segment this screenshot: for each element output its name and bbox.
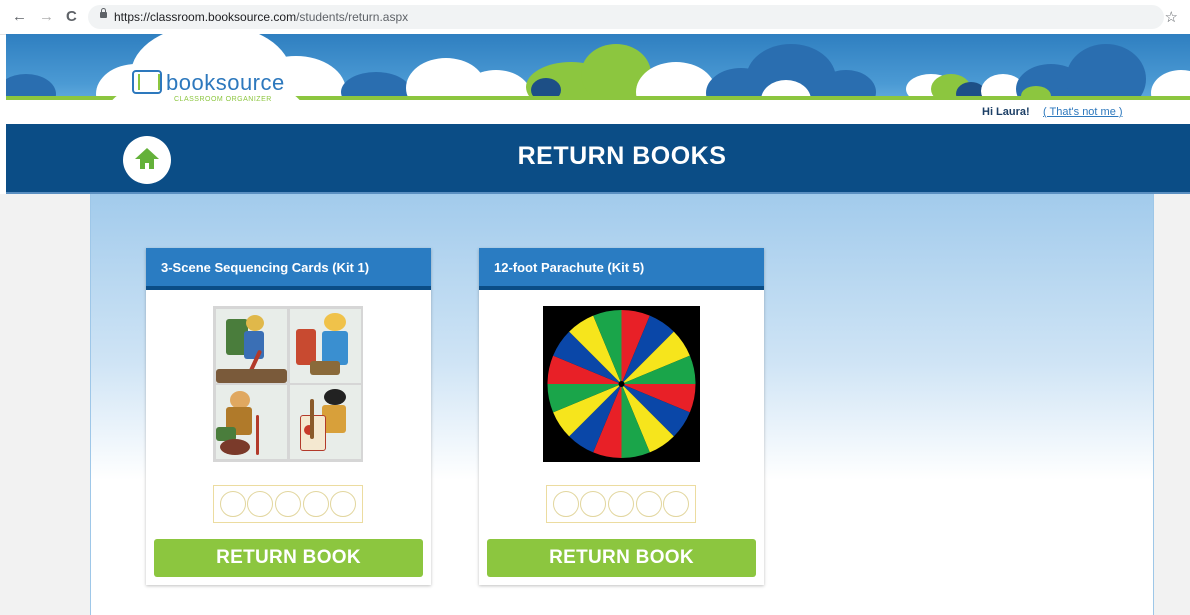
browser-toolbar: ← → C https://classroom.booksource.com/s… [0, 0, 1190, 35]
url-host: https://classroom.booksource.com [114, 10, 297, 24]
rating-circle-icon[interactable] [663, 491, 689, 517]
bookmark-star-icon[interactable]: ☆ [1165, 8, 1178, 26]
booksource-logo-icon[interactable] [132, 70, 162, 94]
forward-arrow-icon[interactable]: → [39, 9, 54, 25]
home-icon-door [145, 163, 149, 169]
scene-panel [216, 385, 287, 459]
rating-circle-icon[interactable] [275, 491, 301, 517]
scene-panel [290, 385, 361, 459]
parachute-image [543, 306, 700, 462]
book-card: 3-Scene Sequencing Cards (Kit 1) RETURN … [146, 248, 431, 585]
rating-circle-icon[interactable] [636, 491, 662, 517]
card-header: 3-Scene Sequencing Cards (Kit 1) [146, 248, 431, 290]
lock-icon [100, 8, 107, 18]
rating-circle-icon[interactable] [330, 491, 356, 517]
right-margin [1154, 194, 1190, 615]
rating-circle-icon[interactable] [247, 491, 273, 517]
star-rating[interactable] [213, 485, 363, 523]
scene-panel [290, 309, 361, 383]
return-book-button[interactable]: RETURN BOOK [154, 539, 423, 577]
card-title: 12-foot Parachute (Kit 5) [494, 260, 645, 275]
logo-tagline: CLASSROOM ORGANIZER [174, 96, 272, 103]
rating-circle-icon[interactable] [303, 491, 329, 517]
address-bar-url[interactable]: https://classroom.booksource.com/student… [114, 10, 408, 24]
user-greeting: Hi Laura! [982, 106, 1030, 118]
logo-name[interactable]: booksource [166, 70, 285, 96]
not-me-link[interactable]: ( That's not me ) [1043, 106, 1123, 118]
rating-circle-icon[interactable] [608, 491, 634, 517]
parachute-center [618, 381, 625, 387]
reload-icon[interactable]: C [66, 9, 77, 25]
card-header: 12-foot Parachute (Kit 5) [479, 248, 764, 290]
card-title: 3-Scene Sequencing Cards (Kit 1) [161, 260, 370, 275]
back-arrow-icon[interactable]: ← [12, 9, 27, 25]
scene-panel [216, 309, 287, 383]
book-card: 12-foot Parachute (Kit 5) RETURN BOOK [479, 248, 764, 585]
rating-circle-icon[interactable] [220, 491, 246, 517]
rating-circle-icon[interactable] [553, 491, 579, 517]
book-cover-image [213, 306, 363, 462]
rating-circle-icon[interactable] [580, 491, 606, 517]
left-margin [0, 194, 90, 615]
url-path: /students/return.aspx [296, 10, 409, 24]
star-rating[interactable] [546, 485, 696, 523]
return-book-button[interactable]: RETURN BOOK [487, 539, 756, 577]
page-title: RETURN BOOKS [517, 142, 727, 170]
